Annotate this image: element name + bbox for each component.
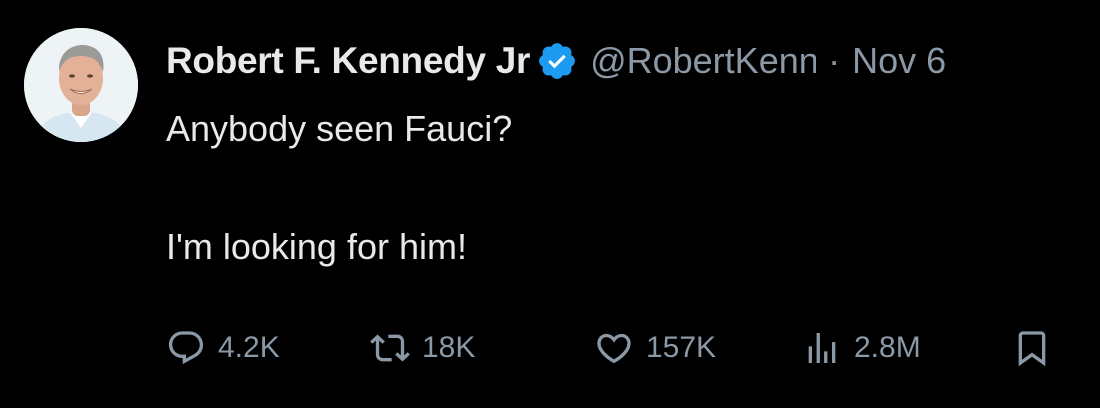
repost-icon [370, 328, 410, 368]
author-display-name[interactable]: Robert F. Kennedy Jr [166, 40, 530, 82]
tweet-text-line-2: I'm looking for him! [166, 226, 467, 267]
tweet-text-line-1: Anybody seen Fauci? [166, 108, 513, 149]
post-timestamp[interactable]: Nov 6 [852, 40, 946, 82]
views-chart-icon [802, 328, 842, 368]
reply-count: 4.2K [218, 331, 280, 364]
like-count: 157K [646, 331, 717, 364]
reply-button[interactable]: 4.2K [166, 320, 280, 376]
repost-count: 18K [422, 331, 476, 364]
views-button[interactable]: 2.8M [802, 320, 921, 376]
like-button[interactable]: 157K [594, 320, 716, 376]
author-handle[interactable]: @RobertKennedyJr [590, 40, 816, 82]
avatar-image [24, 28, 138, 142]
views-count: 2.8M [854, 331, 921, 364]
bookmark-icon [1012, 328, 1052, 368]
avatar[interactable] [24, 28, 138, 142]
bookmark-button[interactable] [1012, 320, 1052, 376]
header-separator: · [828, 40, 841, 81]
action-bar: 4.2K 18K 157K 2.8M [166, 320, 1066, 376]
tweet[interactable]: Robert F. Kennedy Jr @RobertKennedyJr · … [0, 0, 1100, 408]
repost-button[interactable]: 18K [370, 320, 475, 376]
tweet-header: Robert F. Kennedy Jr @RobertKennedyJr · … [166, 34, 1086, 88]
reply-icon [166, 328, 206, 368]
heart-icon [594, 328, 634, 368]
verified-badge-icon [536, 40, 578, 82]
